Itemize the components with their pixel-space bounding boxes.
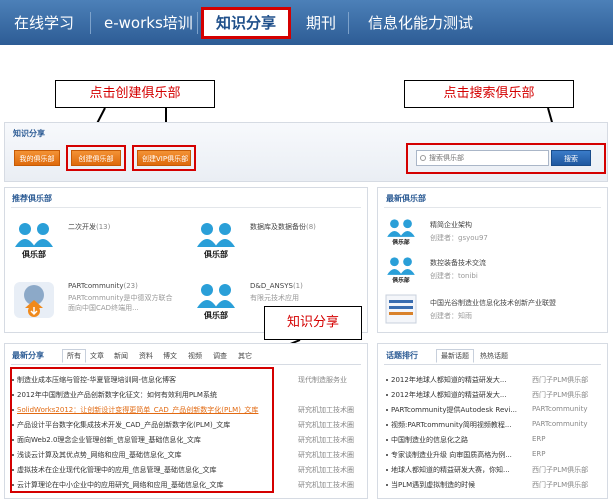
share-source[interactable]: 研究机加工技术圈 bbox=[298, 435, 354, 445]
svg-text:俱乐部: 俱乐部 bbox=[21, 249, 46, 259]
alliance-logo-icon bbox=[385, 294, 417, 324]
topic-row[interactable]: PARTcommunity提供Autodesk Revi... bbox=[386, 405, 517, 415]
topic-row[interactable]: 中国制造业的信息化之路 bbox=[386, 435, 468, 445]
svg-text:俱乐部: 俱乐部 bbox=[391, 238, 410, 246]
divider bbox=[11, 207, 361, 208]
newest-club-name[interactable]: 精简企业架构 bbox=[430, 220, 472, 230]
club-logo-icon: 俱乐部 bbox=[387, 257, 415, 284]
callout-search-club: 点击搜索俱乐部 bbox=[404, 80, 574, 108]
club-name[interactable]: 数据库及数据备份(8) bbox=[250, 222, 316, 232]
newest-club-creator: 创建者：tonibi bbox=[430, 272, 478, 280]
newest-club-creator: 创建者：gsyou97 bbox=[430, 234, 488, 242]
share-source[interactable]: 现代制造服务业 bbox=[298, 375, 347, 385]
topic-row[interactable]: 2012年地球人都知道的精益研发大... bbox=[386, 390, 507, 400]
divider bbox=[11, 364, 361, 365]
highlight-create-vip-club bbox=[132, 145, 196, 171]
share-source[interactable]: 研究机加工技术圈 bbox=[298, 420, 354, 430]
newest-club-name[interactable]: 中国光谷制造业信息化技术创新产业联盟 bbox=[430, 298, 556, 308]
club-logo-icon: 俱乐部 bbox=[387, 219, 415, 246]
tab-hot-topics[interactable]: 热热话题 bbox=[480, 351, 508, 361]
divider bbox=[384, 364, 601, 365]
topic-source[interactable]: PARTcommunity bbox=[532, 405, 587, 413]
club-description: 有限元技术应用 bbox=[250, 294, 299, 302]
topic-source[interactable]: 西门子PLM俱乐部 bbox=[532, 480, 588, 490]
club-logo-icon: 俱乐部 bbox=[15, 223, 53, 259]
share-source[interactable]: 研究机加工技术圈 bbox=[298, 405, 354, 415]
latest-share-title: 最新分享 bbox=[12, 351, 44, 360]
share-source[interactable]: 研究机加工技术圈 bbox=[298, 465, 354, 475]
topic-row[interactable]: 2012年地球人都知道的精益研发大... bbox=[386, 375, 507, 385]
topic-rank-tabs: 最新话题 热热话题 bbox=[436, 349, 556, 363]
tab-survey[interactable]: 调查 bbox=[213, 351, 227, 361]
topic-source[interactable]: PARTcommunity bbox=[532, 420, 587, 428]
highlight-latest-share bbox=[10, 367, 274, 493]
tab-article[interactable]: 文章 bbox=[90, 351, 104, 361]
highlight-create-club bbox=[66, 145, 126, 171]
newest-club-name[interactable]: 数控装备技术交流 bbox=[430, 258, 486, 268]
svg-text:俱乐部: 俱乐部 bbox=[203, 310, 228, 320]
latest-share-tabs: 所有 文章 新闻 资料 博文 视频 调查 其它 bbox=[62, 349, 282, 363]
topic-row[interactable]: 地球人都知道的精益研发大赛，你知... bbox=[386, 465, 510, 475]
topic-row[interactable]: 视频:PARTcommunity简明视频教程... bbox=[386, 420, 512, 430]
club-description: PARTcommunity是中德双方联合 bbox=[68, 294, 173, 302]
tab-other[interactable]: 其它 bbox=[238, 351, 252, 361]
tab-news[interactable]: 新闻 bbox=[114, 351, 128, 361]
tab-all[interactable]: 所有 bbox=[62, 349, 86, 363]
svg-text:俱乐部: 俱乐部 bbox=[203, 249, 228, 259]
highlight-search bbox=[406, 143, 606, 174]
topic-source[interactable]: ERP bbox=[532, 435, 546, 443]
partcommunity-logo-icon bbox=[14, 282, 54, 318]
club-description: 面向中国CAD终端用... bbox=[68, 304, 139, 312]
newest-club-creator: 创建者：知雨 bbox=[430, 312, 472, 320]
share-source[interactable]: 研究机加工技术圈 bbox=[298, 480, 354, 490]
topic-source[interactable]: 西门子PLM俱乐部 bbox=[532, 465, 588, 475]
my-club-button[interactable]: 我的俱乐部 bbox=[14, 150, 60, 166]
divider bbox=[384, 207, 601, 208]
callout-knowledge-share: 知识分享 bbox=[264, 306, 362, 340]
topic-source[interactable]: 西门子PLM俱乐部 bbox=[532, 390, 588, 400]
newest-clubs-title: 最新俱乐部 bbox=[386, 194, 426, 203]
topic-row[interactable]: 当PLM遇到虚拟制造的时候 bbox=[386, 480, 475, 490]
tab-newest-topics[interactable]: 最新话题 bbox=[436, 349, 474, 363]
club-logo-icon: 俱乐部 bbox=[197, 223, 235, 259]
knowledge-share-title: 知识分享 bbox=[13, 129, 45, 138]
club-logo-icon: 俱乐部 bbox=[197, 284, 235, 320]
topic-source[interactable]: ERP bbox=[532, 450, 546, 458]
topic-source[interactable]: 西门子PLM俱乐部 bbox=[532, 375, 588, 385]
tab-video[interactable]: 视频 bbox=[188, 351, 202, 361]
topic-rank-title: 话题排行 bbox=[386, 351, 418, 360]
club-name[interactable]: D&D_ANSYS(1) bbox=[250, 282, 303, 290]
share-source[interactable]: 研究机加工技术圈 bbox=[298, 450, 354, 460]
tab-material[interactable]: 资料 bbox=[139, 351, 153, 361]
svg-text:俱乐部: 俱乐部 bbox=[391, 276, 410, 284]
recommend-clubs-title: 推荐俱乐部 bbox=[12, 194, 52, 203]
club-name[interactable]: PARTcommunity(23) bbox=[68, 282, 138, 290]
club-name[interactable]: 二次开发(13) bbox=[68, 222, 110, 232]
tab-blog[interactable]: 博文 bbox=[163, 351, 177, 361]
topic-row[interactable]: 专家谈制造业升级 向审国质高格为例... bbox=[386, 450, 512, 460]
